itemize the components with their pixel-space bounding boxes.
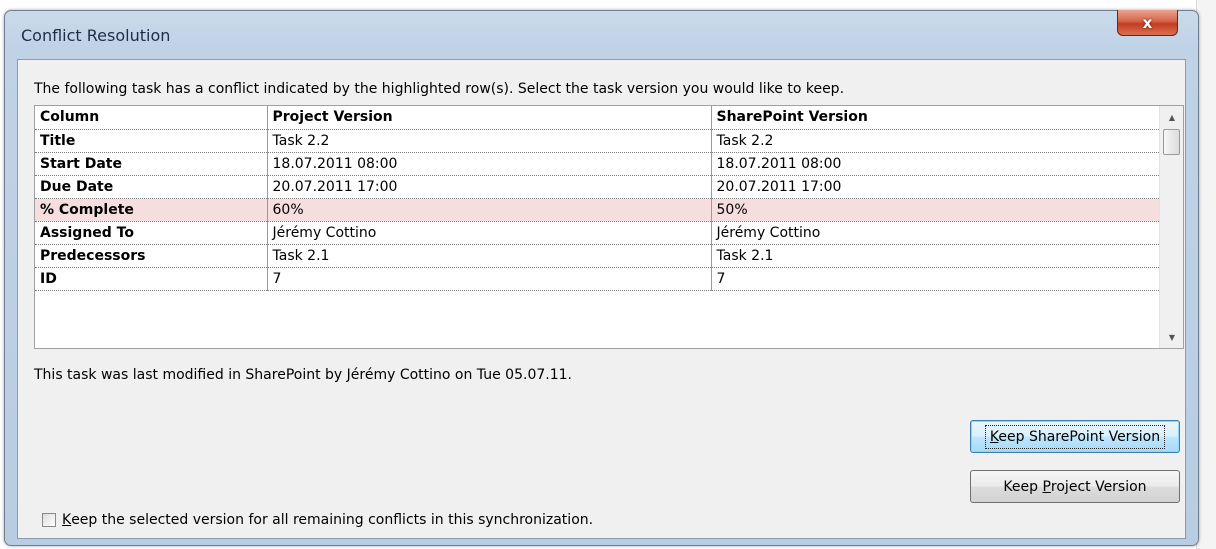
dialog-client-area: The following task has a conflict indica… (17, 59, 1186, 539)
cell-sharepoint-version: 50% (711, 198, 1160, 222)
header-sharepoint-version: SharePoint Version (711, 106, 1160, 130)
table-row[interactable]: ID 7 7 (35, 267, 1160, 291)
scroll-thumb[interactable] (1163, 129, 1180, 155)
table-row[interactable]: Predecessors Task 2.1 Task 2.1 (35, 244, 1160, 268)
last-modified-text: This task was last modified in SharePoin… (34, 367, 572, 383)
keep-project-version-button[interactable]: Keep Project Version (970, 470, 1180, 503)
close-icon: x (1142, 13, 1153, 32)
cell-project-version: Jérémy Cottino (267, 221, 712, 245)
dialog-title: Conflict Resolution (21, 26, 171, 45)
cell-project-version: 18.07.2011 08:00 (267, 152, 712, 176)
cell-project-version: Task 2.2 (267, 129, 712, 153)
keep-for-all-checkbox[interactable] (42, 513, 56, 527)
cell-sharepoint-version: Task 2.1 (711, 244, 1160, 268)
keep-for-all-option[interactable]: Keep the selected version for all remain… (42, 512, 593, 528)
scroll-up-arrow-icon[interactable]: ▲ (1160, 107, 1183, 127)
cell-column-name: Title (35, 129, 268, 153)
cell-column-name: Predecessors (35, 244, 268, 268)
vertical-scrollbar[interactable]: ▲ ▼ (1159, 106, 1183, 348)
cell-column-name: Assigned To (35, 221, 268, 245)
mnemonic-p: P (1042, 478, 1051, 495)
button-label-prefix: Keep (1003, 478, 1043, 495)
instruction-text: The following task has a conflict indica… (34, 81, 845, 97)
keep-sharepoint-version-button[interactable]: Keep SharePoint Version (970, 420, 1180, 453)
title-bar[interactable]: Conflict Resolution x (5, 10, 1198, 59)
table-row[interactable]: Title Task 2.2 Task 2.2 (35, 129, 1160, 153)
button-label: eep SharePoint Version (998, 428, 1161, 445)
cell-sharepoint-version: 18.07.2011 08:00 (711, 152, 1160, 176)
conflict-grid[interactable]: Column Project Version SharePoint Versio… (34, 105, 1184, 349)
background-window-edge (1196, 0, 1216, 549)
cell-sharepoint-version: 20.07.2011 17:00 (711, 175, 1160, 199)
conflict-table: Column Project Version SharePoint Versio… (35, 106, 1160, 291)
checkbox-label: eep the selected version for all remaini… (71, 512, 594, 528)
scroll-down-arrow-icon[interactable]: ▼ (1160, 327, 1183, 347)
cell-column-name: ID (35, 267, 268, 291)
cell-column-name: Start Date (35, 152, 268, 176)
cell-sharepoint-version: Task 2.2 (711, 129, 1160, 153)
conflict-resolution-dialog: Conflict Resolution x The following task… (4, 10, 1199, 546)
table-row[interactable]: Start Date 18.07.2011 08:00 18.07.2011 08:… (35, 152, 1160, 176)
header-project-version: Project Version (267, 106, 712, 130)
cell-sharepoint-version: 7 (711, 267, 1160, 291)
header-column: Column (35, 106, 268, 130)
table-row[interactable]: % Complete 60% 50% (35, 198, 1160, 222)
cell-column-name: Due Date (35, 175, 268, 199)
mnemonic-k: K (62, 512, 72, 528)
table-row[interactable]: Assigned To Jérémy Cottino Jérémy Cottino (35, 221, 1160, 245)
cell-sharepoint-version: Jérémy Cottino (711, 221, 1160, 245)
close-button[interactable]: x (1117, 10, 1178, 36)
cell-column-name: % Complete (35, 198, 268, 222)
focus-rect: Keep SharePoint Version (984, 424, 1166, 449)
cell-project-version: Task 2.1 (267, 244, 712, 268)
cell-project-version: 20.07.2011 17:00 (267, 175, 712, 199)
table-header-row: Column Project Version SharePoint Versio… (35, 106, 1160, 130)
cell-project-version: 7 (267, 267, 712, 291)
button-label: roject Version (1050, 478, 1147, 495)
table-row[interactable]: Due Date 20.07.2011 17:00 20.07.2011 17:00 (35, 175, 1160, 199)
cell-project-version: 60% (267, 198, 712, 222)
